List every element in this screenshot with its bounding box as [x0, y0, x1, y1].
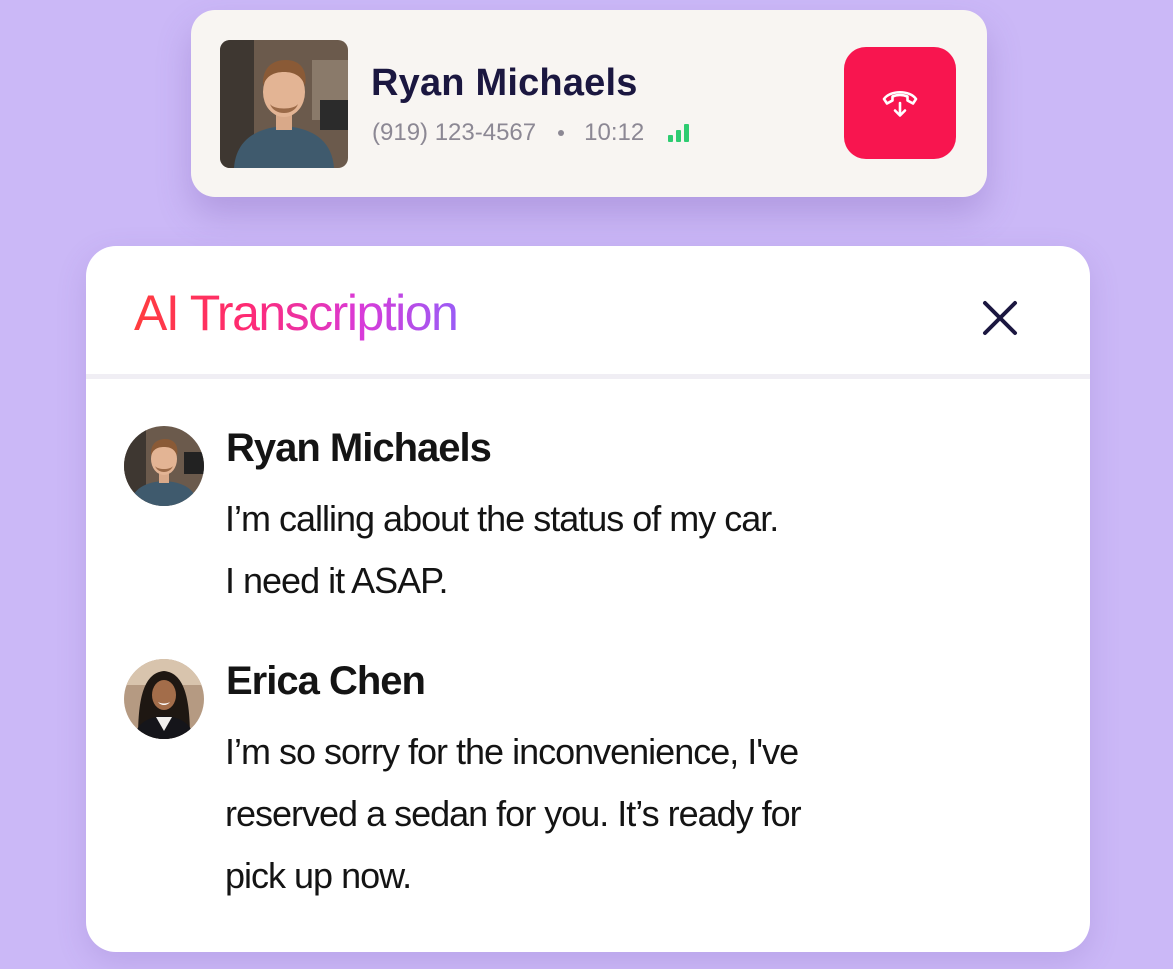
call-meta: (919) 123-4567 10:12 — [372, 118, 690, 148]
message-line: I need it ASAP. — [225, 560, 449, 601]
speaker-name: Ryan Michaels — [226, 426, 492, 470]
divider — [86, 374, 1090, 379]
signal-bars-icon — [668, 124, 690, 142]
call-duration: 10:12 — [584, 119, 645, 146]
message-line: I’m calling about the status of my car. — [225, 498, 779, 539]
caller-name: Ryan Michaels — [371, 62, 638, 104]
ai-transcription-panel: AI Transcription Ryan Michaels I’m calli… — [86, 246, 1090, 952]
separator-dot — [558, 130, 565, 136]
close-button[interactable] — [976, 294, 1024, 342]
avatar — [124, 659, 204, 739]
caller-phone: (919) 123-4567 — [372, 119, 537, 146]
message-text: I’m so sorry for the inconvenience, I've… — [225, 721, 802, 907]
active-call-card: Ryan Michaels (919) 123-4567 10:12 — [191, 10, 987, 197]
avatar — [124, 426, 204, 506]
message-line: pick up now. — [225, 855, 412, 896]
close-icon — [983, 301, 1017, 335]
message-text: I’m calling about the status of my car. … — [225, 488, 779, 612]
speaker-name: Erica Chen — [226, 659, 426, 703]
caller-avatar — [220, 40, 348, 168]
message-line: I’m so sorry for the inconvenience, I've — [225, 731, 799, 772]
panel-title: AI Transcription — [134, 285, 459, 341]
message-line: reserved a sedan for you. It’s ready for — [225, 793, 802, 834]
hang-up-button[interactable] — [844, 47, 956, 159]
phone-hangup-icon — [882, 90, 918, 117]
